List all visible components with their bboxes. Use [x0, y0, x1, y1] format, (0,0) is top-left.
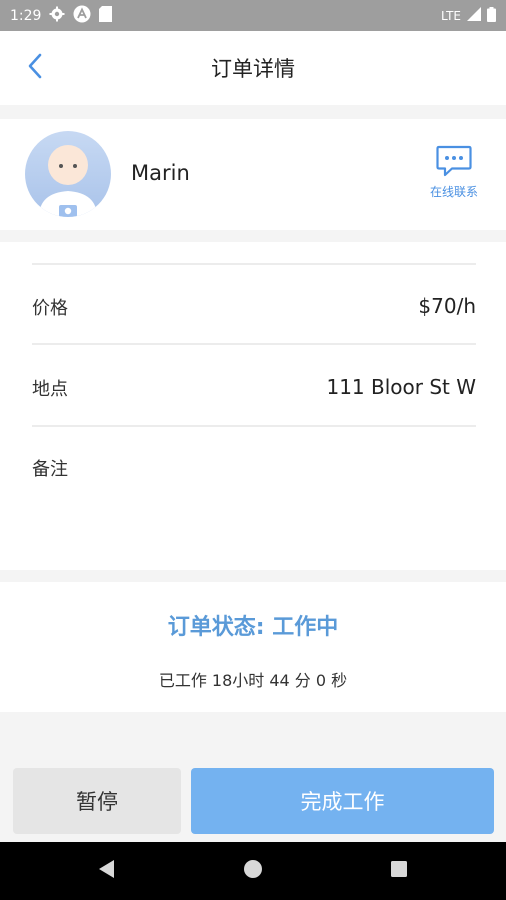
- notes-label: 备注: [32, 459, 68, 480]
- order-status-text: 订单状态: 工作中: [167, 615, 339, 640]
- home-circle-icon: [243, 859, 263, 883]
- signal-icon: [467, 7, 481, 24]
- contact-online-button[interactable]: 在线联系: [424, 145, 484, 200]
- battery-icon: [487, 6, 496, 25]
- app-a-icon: [73, 5, 91, 27]
- recents-square-icon: [390, 860, 408, 882]
- section-gap: [0, 570, 506, 582]
- network-type: LTE: [441, 8, 461, 23]
- user-name: Marin: [131, 161, 190, 185]
- location-label: 地点: [32, 379, 68, 400]
- price-value: $70/h: [418, 294, 476, 318]
- sd-card-icon: [99, 5, 113, 26]
- nav-home-button[interactable]: [241, 859, 265, 883]
- chevron-left-icon: [25, 52, 45, 84]
- back-triangle-icon: [97, 859, 115, 883]
- status-bar: 1:29 LTE: [0, 0, 506, 31]
- worked-duration: 已工作 18小时 44 分 0 秒: [158, 671, 348, 690]
- nav-back-button[interactable]: [94, 859, 118, 883]
- chat-bubble-icon: [436, 145, 472, 181]
- profile-card: Marin 在线联系: [0, 119, 506, 230]
- location-value: 111 Bloor St W: [326, 375, 476, 399]
- section-gap: [0, 105, 506, 119]
- section-gap: [0, 230, 506, 242]
- price-label: 价格: [32, 298, 68, 319]
- page-title: 订单详情: [211, 57, 295, 81]
- status-time: 1:29: [10, 7, 42, 24]
- settings-gear-icon: [49, 6, 65, 26]
- back-button[interactable]: [20, 53, 50, 83]
- divider: [32, 343, 476, 345]
- finish-work-button[interactable]: 完成工作: [191, 768, 494, 834]
- app-bar: 订单详情: [0, 31, 506, 105]
- avatar[interactable]: [25, 131, 111, 217]
- divider: [32, 263, 476, 265]
- nav-recents-button[interactable]: [387, 859, 411, 883]
- pause-button[interactable]: 暂停: [13, 768, 181, 834]
- divider: [32, 425, 476, 427]
- system-nav-bar: [0, 842, 506, 900]
- order-details: 价格 $70/h 地点 111 Bloor St W 备注: [0, 242, 506, 570]
- contact-label: 在线联系: [429, 185, 478, 199]
- order-status-section: 订单状态: 工作中 已工作 18小时 44 分 0 秒: [0, 582, 506, 712]
